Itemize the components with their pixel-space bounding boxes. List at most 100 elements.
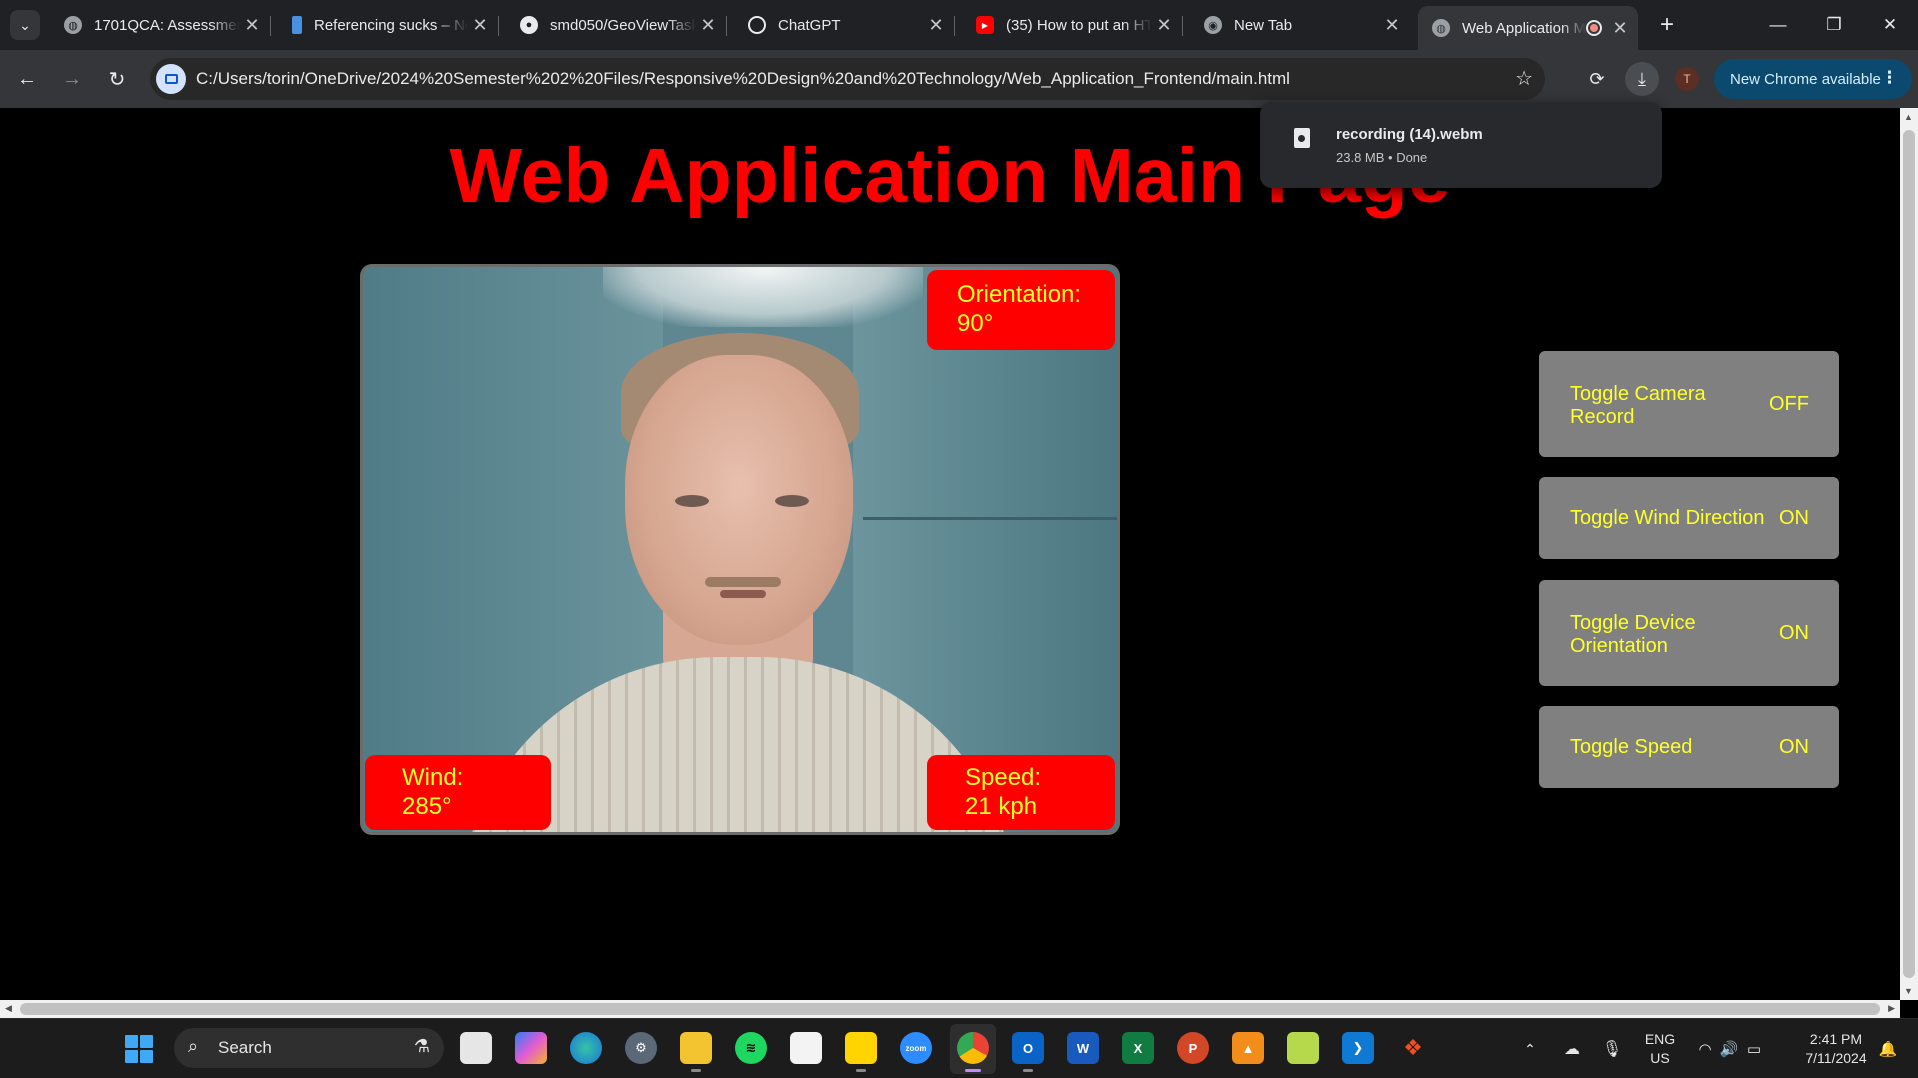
windows-start-icon[interactable] (125, 1035, 153, 1063)
url-text[interactable]: C:/Users/torin/OneDrive/2024%20Semester%… (196, 69, 1290, 89)
wind-label: Wind: (402, 764, 464, 791)
copilot-icon[interactable] (515, 1032, 547, 1064)
toggle-device-orientation-button[interactable]: Toggle Device Orientation ON (1539, 580, 1839, 686)
scroll-right-icon[interactable]: ▶ (1888, 1003, 1895, 1014)
microsoft-store-icon[interactable] (790, 1032, 822, 1064)
show-hidden-icons-icon[interactable]: ⌃ (1518, 1019, 1542, 1078)
download-bubble: recording (14).webm 23.8 MB • Done (1260, 102, 1662, 188)
word-icon[interactable]: W (1067, 1032, 1099, 1064)
close-icon[interactable]: ✕ (240, 15, 264, 36)
toggle-speed-button[interactable]: Toggle Speed ON (1539, 706, 1839, 788)
tab-strip: ⌄ ◍ 1701QCA: Assessment ✕ Referencing su… (0, 0, 1918, 50)
language-indicator[interactable]: ENG US (1638, 1019, 1682, 1078)
toggle-camera-record-button[interactable]: Toggle Camera Record OFF (1539, 351, 1839, 457)
settings-gear-icon[interactable]: ⚙ (625, 1032, 657, 1064)
scroll-left-icon[interactable]: ◀ (5, 1003, 12, 1014)
restore-button[interactable]: ❐ (1806, 0, 1862, 50)
speed-overlay: Speed: 21 kph (927, 755, 1115, 830)
toggle-label: Toggle Camera Record (1570, 383, 1706, 428)
toggle-state: ON (1779, 507, 1809, 529)
close-icon: ✕ (1882, 15, 1898, 34)
wifi-icon[interactable]: ◠ (1694, 1019, 1716, 1078)
language-bottom: US (1650, 1050, 1670, 1066)
file-explorer-icon[interactable] (680, 1032, 712, 1072)
performance-icon[interactable]: ⟳ (1580, 62, 1614, 96)
close-icon[interactable]: ✕ (1152, 15, 1176, 36)
close-window-button[interactable]: ✕ (1862, 0, 1918, 50)
microphone-icon[interactable]: 🎙 (1600, 1019, 1624, 1078)
close-icon[interactable]: ✕ (696, 15, 720, 36)
tab-github[interactable]: ● smd050/GeoViewTask ✕ (506, 8, 727, 42)
minimize-button[interactable]: — (1750, 0, 1806, 50)
excel-icon[interactable]: X (1122, 1032, 1154, 1064)
onedrive-cloud-icon[interactable]: ☁ (1558, 1019, 1586, 1078)
green-app-icon[interactable] (1287, 1032, 1319, 1064)
scroll-up-icon[interactable]: ▲ (1904, 112, 1913, 122)
battery-icon[interactable]: ▭ (1742, 1019, 1766, 1078)
arrow-right-icon: → (62, 67, 82, 90)
wind-value: 285° (402, 793, 452, 820)
vertical-scrollbar[interactable]: ▲ ▼ (1900, 108, 1918, 1000)
tab-search-button[interactable]: ⌄ (10, 10, 40, 40)
task-view-icon[interactable] (460, 1032, 492, 1064)
reload-button[interactable]: ↻ (102, 64, 132, 94)
tab-youtube[interactable]: ▶ (35) How to put an HTML ✕ (962, 8, 1183, 42)
powerpoint-icon[interactable]: P (1177, 1032, 1209, 1064)
tab-title: 1701QCA: Assessment (94, 16, 240, 34)
forward-button[interactable]: → (57, 64, 87, 94)
tab-new-tab[interactable]: ◉ New Tab ✕ (1190, 8, 1410, 42)
toggle-label: Toggle Device Orientation (1570, 612, 1696, 657)
close-icon[interactable]: ✕ (468, 15, 492, 36)
taskbar-search[interactable]: ⌕ Search ⚗ (174, 1028, 444, 1068)
spotify-icon[interactable]: ≋ (735, 1032, 767, 1064)
new-tab-button[interactable]: + (1652, 10, 1682, 40)
tab-chatgpt[interactable]: ChatGPT ✕ (734, 8, 955, 42)
vertical-scroll-thumb[interactable] (1903, 130, 1915, 978)
volume-icon[interactable]: 🔊 (1718, 1019, 1740, 1078)
edge-icon[interactable] (570, 1032, 602, 1064)
figma-icon[interactable]: ❖ (1397, 1032, 1429, 1064)
toggle-wind-direction-button[interactable]: Toggle Wind Direction ON (1539, 477, 1839, 559)
chatgpt-icon (748, 16, 766, 34)
web-page: Web Application Main Page Orientation: 9… (0, 108, 1900, 1000)
clock-date: 7/11/2024 (1805, 1050, 1867, 1066)
clock[interactable]: 2:41 PM 7/11/2024 (1786, 1019, 1886, 1078)
chrome-icon: ◉ (1204, 16, 1222, 34)
close-icon[interactable]: ✕ (924, 15, 948, 36)
sticky-notes-icon[interactable] (845, 1032, 877, 1072)
download-meta: 23.8 MB • Done (1336, 150, 1428, 165)
tab-title: smd050/GeoViewTask (550, 16, 696, 34)
tab-web-application[interactable]: ◍ Web Application Main Page ✕ (1418, 6, 1638, 50)
recording-icon (1586, 20, 1602, 36)
orientation-label: Orientation: (957, 281, 1082, 308)
download-filename[interactable]: recording (14).webm (1336, 126, 1483, 143)
chrome-icon[interactable] (957, 1032, 989, 1072)
horizontal-scroll-thumb[interactable] (20, 1003, 1880, 1015)
tab-assessment[interactable]: ◍ 1701QCA: Assessment ✕ (50, 8, 271, 42)
scroll-down-icon[interactable]: ▼ (1904, 986, 1913, 996)
close-icon[interactable]: ✕ (1608, 18, 1632, 39)
download-icon[interactable]: ⤓ (1625, 62, 1659, 96)
back-button[interactable]: ← (12, 64, 42, 94)
camera-recording-icon[interactable] (156, 64, 186, 94)
tab-divider (270, 16, 271, 36)
address-bar[interactable]: C:/Users/torin/OneDrive/2024%20Semester%… (150, 58, 1545, 100)
notification-bell-icon[interactable]: 🔔 (1876, 1019, 1900, 1078)
tab-title: New Tab (1234, 16, 1293, 34)
bookmark-star-icon[interactable]: ☆ (1515, 66, 1533, 91)
close-icon[interactable]: ✕ (1380, 15, 1404, 36)
taskbar: ⌕ Search ⚗ ⚙ ≋ zoom O W X P ▲ ❯ ❖ ⌃ ☁ 🎙 … (0, 1018, 1918, 1078)
update-chrome-button[interactable]: New Chrome available ⋮ (1714, 59, 1912, 99)
zoom-icon[interactable]: zoom (900, 1032, 932, 1064)
vscode-icon[interactable]: ❯ (1342, 1032, 1374, 1064)
bookmark-icon (292, 16, 302, 34)
horizontal-scrollbar[interactable]: ◀ ▶ (0, 1000, 1900, 1018)
clock-time: 2:41 PM (1809, 1031, 1863, 1047)
tab-title: ChatGPT (778, 16, 841, 34)
outlook-icon[interactable]: O (1012, 1032, 1044, 1072)
orange-app-icon[interactable]: ▲ (1232, 1032, 1264, 1064)
toggle-state: ON (1779, 622, 1809, 644)
tab-referencing[interactable]: Referencing sucks – Notion ✕ (278, 8, 499, 42)
wind-overlay: Wind: 285° (365, 755, 551, 830)
avatar[interactable]: T (1675, 67, 1699, 91)
